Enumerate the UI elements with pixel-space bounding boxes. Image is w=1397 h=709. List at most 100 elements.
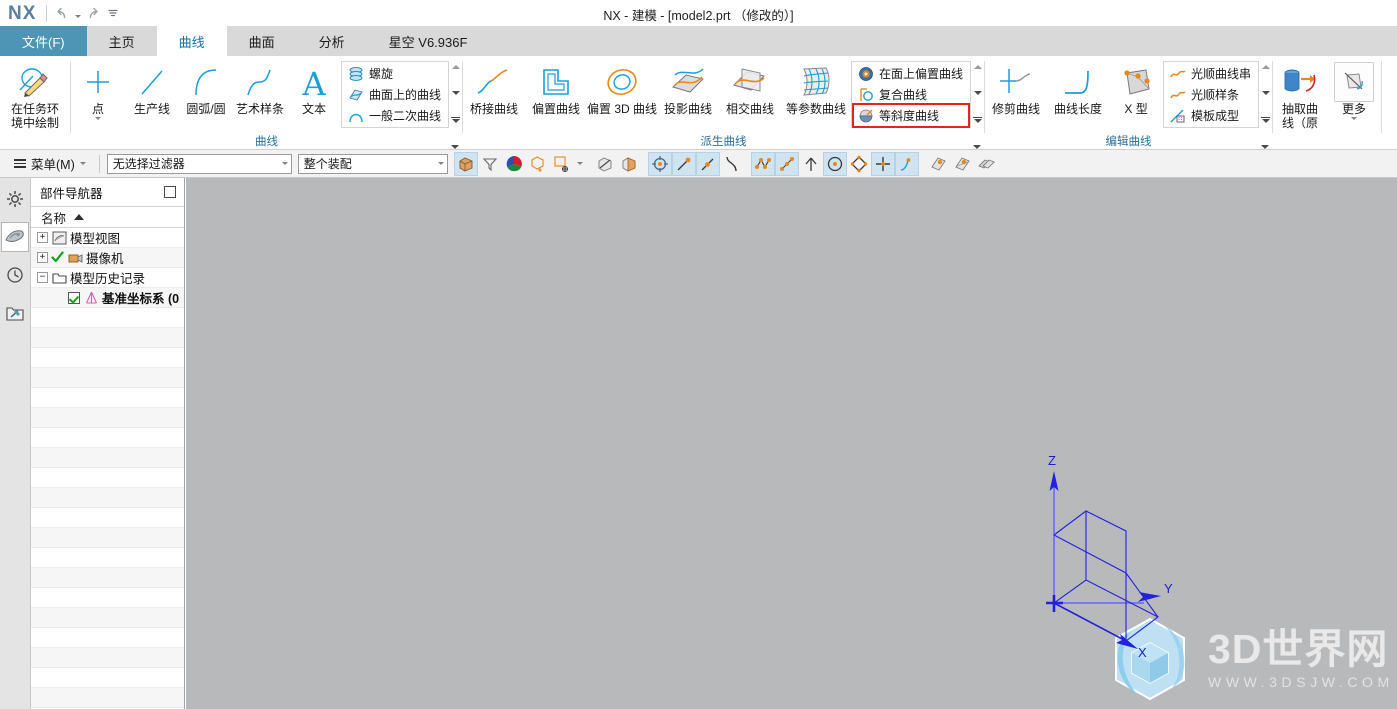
scroll-expand-icon-3[interactable] xyxy=(1261,116,1271,123)
snap-circle-center-icon[interactable] xyxy=(822,151,847,176)
composite-curve-item[interactable]: 复合曲线 xyxy=(854,84,968,105)
selection-scope-combo[interactable]: 整个装配 xyxy=(297,153,448,174)
curve-group-dialog-caret-icon[interactable] xyxy=(451,145,460,149)
table-row[interactable]: 基准坐标系 (0 xyxy=(31,288,184,308)
general-conic-item[interactable]: 一般二次曲线 xyxy=(344,105,446,126)
table-row[interactable]: + 模型视图 xyxy=(31,228,184,248)
undo-icon[interactable] xyxy=(50,3,72,23)
expander-icon[interactable]: − xyxy=(37,272,48,283)
select-general-objects-icon[interactable] xyxy=(453,151,478,176)
part-navigator-column-header[interactable]: 名称 xyxy=(31,206,184,228)
smooth-spline-item[interactable]: 光顺样条 xyxy=(1166,84,1256,105)
scroll-expand-icon-2[interactable] xyxy=(973,116,983,123)
tree-item-checkbox[interactable] xyxy=(68,291,80,304)
isoparametric-curve-button[interactable]: 等参数曲线 xyxy=(781,60,851,116)
project-curve-button[interactable]: 投影曲线 xyxy=(657,60,719,116)
pin-icon[interactable] xyxy=(164,186,176,198)
curve-length-button[interactable]: 曲线长度 xyxy=(1047,60,1109,116)
snap-curve-intersection-icon[interactable] xyxy=(720,152,744,176)
tab-surface[interactable]: 曲面 xyxy=(227,26,297,56)
tab-home[interactable]: 主页 xyxy=(87,26,157,56)
trim-curve-button[interactable]: 修剪曲线 xyxy=(985,60,1047,116)
x-form-button[interactable]: X 型 xyxy=(1109,60,1163,116)
scroll-down-icon-3[interactable] xyxy=(1261,90,1270,95)
qat-customize-icon[interactable] xyxy=(105,3,121,23)
menu-dropdown-caret-icon[interactable] xyxy=(79,162,86,165)
selection-filter-icon[interactable] xyxy=(478,152,502,176)
part-navigator-tree[interactable]: + 模型视图 + 摄像机 − 模型历史记录 基准坐标系 (0 xyxy=(31,228,184,709)
redo-icon[interactable] xyxy=(83,3,105,23)
color-palette-icon[interactable] xyxy=(502,152,526,176)
snap-point-on-surface-icon[interactable] xyxy=(894,151,919,176)
offset-curve-button[interactable]: 偏置曲线 xyxy=(525,60,587,116)
helix-item[interactable]: 螺旋 xyxy=(344,63,446,84)
scroll-up-icon-3[interactable] xyxy=(1261,65,1270,69)
more-curve-button[interactable]: 更多 xyxy=(1327,60,1381,120)
intersection-curve-button[interactable]: 相交曲线 xyxy=(719,60,781,116)
text-button[interactable]: A 文本 xyxy=(287,60,341,116)
studio-spline-button[interactable]: 艺术样条 xyxy=(233,60,287,116)
offset-3d-curve-button[interactable]: 偏置 3D 曲线 xyxy=(587,60,657,116)
rail-tools-icon[interactable] xyxy=(1,298,29,328)
tab-file[interactable]: 文件(F) xyxy=(0,26,87,56)
snap-endpoint-icon[interactable] xyxy=(671,151,696,176)
bridge-curve-button[interactable]: 桥接曲线 xyxy=(463,60,525,116)
graphics-viewport[interactable]: 3D世界网 WWW.3DSJW.COM Z Y X xyxy=(186,178,1397,709)
sketch-in-task-environment-button[interactable]: 在任务环 境中绘制 xyxy=(0,60,70,130)
snap-existing-point-icon[interactable] xyxy=(774,151,799,176)
curve-list-scroll[interactable] xyxy=(449,62,462,126)
snap-point-on-curve-icon[interactable] xyxy=(870,151,895,176)
datum-csys-triad[interactable]: Z Y X xyxy=(1016,453,1206,666)
arc-circle-button[interactable]: 圆弧/圆 xyxy=(179,60,233,116)
expander-icon[interactable]: + xyxy=(37,232,48,243)
rail-part-navigator-icon[interactable] xyxy=(1,222,29,252)
select-edge-icon[interactable] xyxy=(974,152,998,176)
table-row[interactable]: − 模型历史记录 xyxy=(31,268,184,288)
select-face-alt2-icon[interactable] xyxy=(950,152,974,176)
extract-curve-legacy-button[interactable]: 抽取曲 线（原 xyxy=(1273,60,1327,130)
expander-icon[interactable]: + xyxy=(37,252,48,263)
tab-curve[interactable]: 曲线 xyxy=(156,26,227,56)
snap-arc-center-icon[interactable] xyxy=(799,152,823,176)
tab-analysis[interactable]: 分析 xyxy=(297,26,367,56)
line-button[interactable]: 生产线 xyxy=(125,60,179,116)
scroll-up-icon-2[interactable] xyxy=(973,65,982,69)
selection-filter-combo[interactable]: 无选择过滤器 xyxy=(106,153,292,174)
scroll-down-icon[interactable] xyxy=(451,90,460,95)
template-shaping-item[interactable]: 模板成型 xyxy=(1166,105,1256,126)
table-row[interactable]: + 摄像机 xyxy=(31,248,184,268)
table-row-empty xyxy=(31,608,184,628)
selection-filter-caret-icon[interactable] xyxy=(281,162,288,165)
snap-point-center-icon[interactable] xyxy=(647,151,672,176)
select-face-alt-icon[interactable] xyxy=(926,152,950,176)
scroll-up-icon[interactable] xyxy=(451,65,460,69)
undo-dropdown-caret-icon[interactable] xyxy=(72,3,83,23)
select-face-icon[interactable] xyxy=(617,152,641,176)
select-feature-icon[interactable] xyxy=(526,152,550,176)
edit-curve-group-dialog-caret-icon[interactable] xyxy=(1261,145,1270,149)
derived-curve-group-dialog-caret-icon[interactable] xyxy=(973,145,982,149)
menu-button[interactable]: 菜单(M) xyxy=(8,153,92,175)
edit-curve-list-scroll[interactable] xyxy=(1259,62,1272,126)
scroll-down-icon-2[interactable] xyxy=(973,90,982,95)
rail-settings-icon[interactable] xyxy=(1,184,29,214)
selection-scope-caret-icon[interactable] xyxy=(437,162,444,165)
derived-curve-list-scroll[interactable] xyxy=(971,62,984,126)
rail-history-icon[interactable] xyxy=(1,260,29,290)
point-button[interactable]: 点 xyxy=(71,60,125,120)
select-datum-icon[interactable] xyxy=(550,152,574,176)
select-solid-body-icon[interactable] xyxy=(593,152,617,176)
more-dropdown-caret-icon[interactable] xyxy=(1351,117,1358,120)
snap-point-dropdown-caret-icon[interactable] xyxy=(574,152,586,176)
snap-control-point-icon[interactable] xyxy=(750,151,775,176)
point-dropdown-caret-icon[interactable] xyxy=(95,117,101,120)
scroll-expand-icon[interactable] xyxy=(451,116,461,123)
snap-midpoint-icon[interactable] xyxy=(695,151,720,176)
smooth-curve-string-item[interactable]: 光顺曲线串 xyxy=(1166,63,1256,84)
tab-starsky[interactable]: 星空 V6.936F xyxy=(367,26,490,56)
curve-on-surface-item[interactable]: 曲面上的曲线 xyxy=(344,84,446,105)
isocline-curve-item[interactable]: 等斜度曲线 xyxy=(852,103,971,128)
snap-quadrant-point-icon[interactable] xyxy=(847,152,871,176)
offset-curve-in-face-item[interactable]: 在面上偏置曲线 xyxy=(854,63,968,84)
sort-ascending-icon[interactable] xyxy=(74,214,85,220)
